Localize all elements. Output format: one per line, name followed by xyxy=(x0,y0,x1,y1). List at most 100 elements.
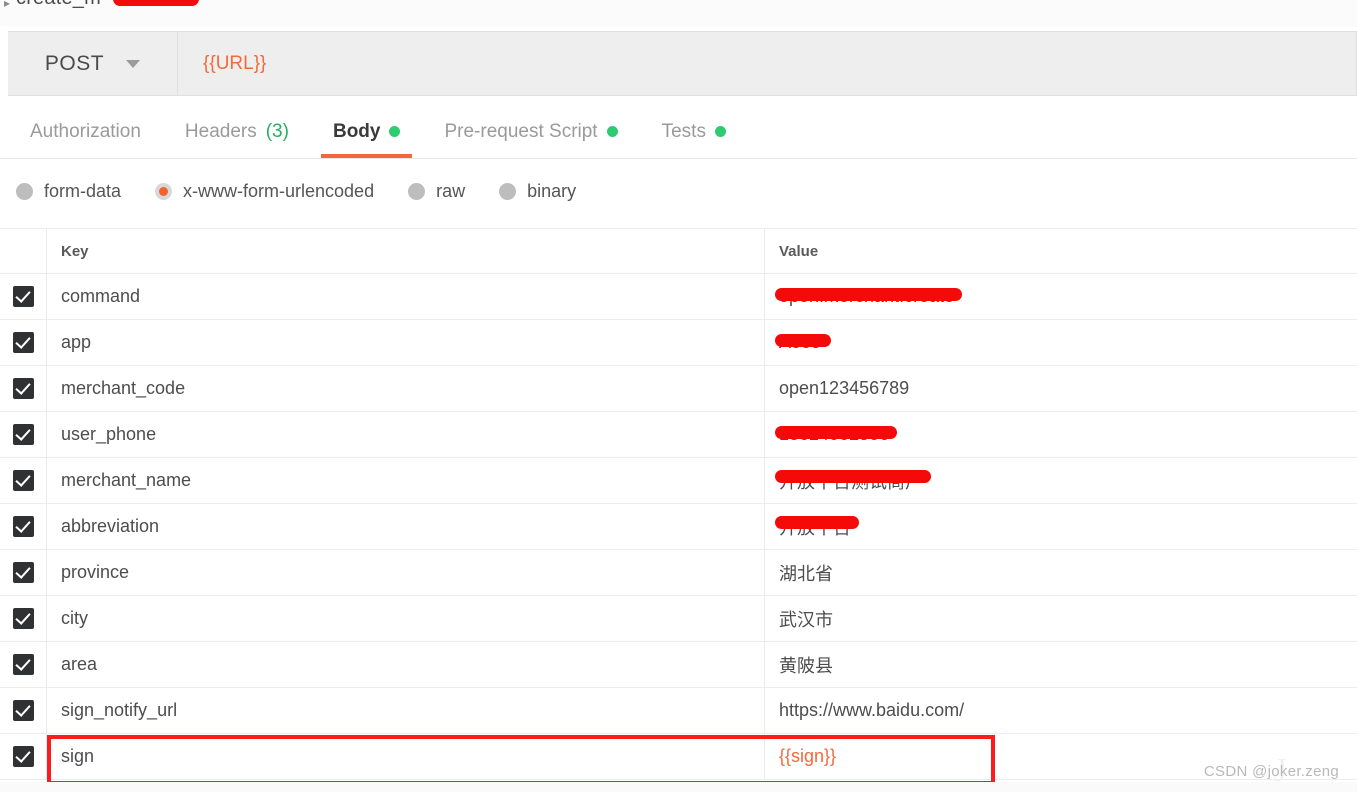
row-checkbox-cell xyxy=(0,412,47,457)
table-row[interactable]: merchant_codeopen123456789 xyxy=(0,366,1357,412)
checkbox-checked-icon[interactable] xyxy=(13,654,34,675)
checkbox-checked-icon[interactable] xyxy=(13,516,34,537)
row-value-input[interactable]: 18624002506 xyxy=(765,412,1357,457)
headers-count: (3) xyxy=(266,121,289,143)
table-row[interactable]: sign_notify_urlhttps://www.baidu.com/ xyxy=(0,688,1357,734)
body-type-form-data[interactable]: form-data xyxy=(16,181,121,202)
checkbox-checked-icon[interactable] xyxy=(13,562,34,583)
table-row[interactable]: user_phone 18624002506 xyxy=(0,412,1357,458)
body-type-urlencoded[interactable]: x-www-form-urlencoded xyxy=(155,181,374,202)
active-tab-underline xyxy=(321,154,413,158)
body-type-raw[interactable]: raw xyxy=(408,181,465,202)
row-key-input[interactable]: merchant_code xyxy=(47,366,765,411)
row-checkbox-cell xyxy=(0,734,47,779)
tab-pre-request-script[interactable]: Pre-request Script xyxy=(422,105,639,158)
row-value-input[interactable]: 开放平台 xyxy=(765,504,1357,549)
redacted-value: 18624002506 xyxy=(779,424,889,445)
body-type-options: form-data x-www-form-urlencoded raw bina… xyxy=(0,160,1357,222)
row-value-input[interactable]: 黄陂县 xyxy=(765,642,1357,687)
row-checkbox-cell xyxy=(0,274,47,319)
header-key-cell: Key xyxy=(47,229,765,273)
row-key-input[interactable]: province xyxy=(47,550,765,595)
url-bar: POST {{URL}} xyxy=(8,31,1357,96)
tab-label: Headers xyxy=(185,121,257,143)
body-type-label: form-data xyxy=(44,181,121,202)
redaction-mark xyxy=(775,288,962,301)
tab-tests[interactable]: Tests xyxy=(640,105,748,158)
row-checkbox-cell xyxy=(0,642,47,687)
row-checkbox-cell xyxy=(0,688,47,733)
table-row[interactable]: app A005 xyxy=(0,320,1357,366)
status-dot-icon xyxy=(389,126,400,137)
table-row[interactable]: command open.merchant.create xyxy=(0,274,1357,320)
body-type-binary[interactable]: binary xyxy=(499,181,576,202)
row-value-input[interactable]: 湖北省 xyxy=(765,550,1357,595)
row-value-input[interactable]: 武汉市 xyxy=(765,596,1357,641)
request-tab-bar: Authorization Headers (3) Body Pre-reque… xyxy=(0,105,1357,159)
row-key-input[interactable]: command xyxy=(47,274,765,319)
header-value-cell: Value xyxy=(765,229,1357,273)
row-value-input[interactable]: open.merchant.create xyxy=(765,274,1357,319)
request-name-label: create_m xyxy=(16,0,101,10)
checkbox-checked-icon[interactable] xyxy=(13,378,34,399)
row-value-input[interactable]: https://www.baidu.com/ xyxy=(765,688,1357,733)
params-table: Key Value command open.merchant.create app… xyxy=(0,228,1357,780)
tab-headers[interactable]: Headers (3) xyxy=(163,105,311,158)
table-row[interactable]: sign{{sign}} xyxy=(0,734,1357,780)
redaction-mark xyxy=(775,426,897,439)
body-type-label: x-www-form-urlencoded xyxy=(183,181,374,202)
chevron-right-icon: ▸ xyxy=(4,0,10,10)
checkbox-checked-icon[interactable] xyxy=(13,700,34,721)
checkbox-checked-icon[interactable] xyxy=(13,424,34,445)
row-key-input[interactable]: area xyxy=(47,642,765,687)
redaction-mark xyxy=(775,516,859,529)
tab-label: Pre-request Script xyxy=(444,121,597,143)
table-row[interactable]: abbreviation 开放平台 xyxy=(0,504,1357,550)
body-type-label: raw xyxy=(436,181,465,202)
radio-icon xyxy=(499,183,516,200)
http-method-selector[interactable]: POST xyxy=(8,32,178,95)
tab-authorization[interactable]: Authorization xyxy=(8,105,163,158)
checkbox-checked-icon[interactable] xyxy=(13,608,34,629)
row-key-input[interactable]: city xyxy=(47,596,765,641)
row-value-input[interactable]: A005 xyxy=(765,320,1357,365)
row-checkbox-cell xyxy=(0,320,47,365)
table-row[interactable]: province湖北省 xyxy=(0,550,1357,596)
row-value-input[interactable]: open123456789 xyxy=(765,366,1357,411)
column-header-key: Key xyxy=(61,243,89,260)
request-name-tab[interactable]: ▸ create_m xyxy=(0,0,1357,26)
row-checkbox-cell xyxy=(0,550,47,595)
row-key-input[interactable]: abbreviation xyxy=(47,504,765,549)
row-key-input[interactable]: sign xyxy=(47,734,765,779)
redacted-value: open.merchant.create xyxy=(779,286,954,307)
status-dot-icon xyxy=(715,126,726,137)
radio-icon xyxy=(16,183,33,200)
radio-icon xyxy=(408,183,425,200)
row-checkbox-cell xyxy=(0,366,47,411)
checkbox-checked-icon[interactable] xyxy=(13,470,34,491)
http-method-label: POST xyxy=(45,52,104,76)
row-key-input[interactable]: app xyxy=(47,320,765,365)
redaction-mark xyxy=(775,470,931,483)
tab-label: Body xyxy=(333,121,381,143)
row-checkbox-cell xyxy=(0,596,47,641)
checkbox-checked-icon[interactable] xyxy=(13,332,34,353)
watermark-text: CSDN @joker.zeng xyxy=(1204,763,1339,780)
table-row[interactable]: merchant_name开放平台测试商户 xyxy=(0,458,1357,504)
url-input[interactable]: {{URL}} xyxy=(178,32,1356,95)
redacted-value: A005 xyxy=(779,332,821,353)
table-row[interactable]: city武汉市 xyxy=(0,596,1357,642)
tab-label: Tests xyxy=(662,121,706,143)
radio-selected-icon xyxy=(155,183,172,200)
redacted-value: 开放平台 xyxy=(779,514,851,540)
checkbox-checked-icon[interactable] xyxy=(13,286,34,307)
row-value-input[interactable]: 开放平台测试商户 xyxy=(765,458,1357,503)
row-key-input[interactable]: sign_notify_url xyxy=(47,688,765,733)
tab-label: Authorization xyxy=(30,121,141,143)
table-row[interactable]: area黄陂县 xyxy=(0,642,1357,688)
tab-body[interactable]: Body xyxy=(311,105,423,158)
checkbox-checked-icon[interactable] xyxy=(13,746,34,767)
row-key-input[interactable]: merchant_name xyxy=(47,458,765,503)
redaction-mark xyxy=(113,0,199,6)
row-key-input[interactable]: user_phone xyxy=(47,412,765,457)
